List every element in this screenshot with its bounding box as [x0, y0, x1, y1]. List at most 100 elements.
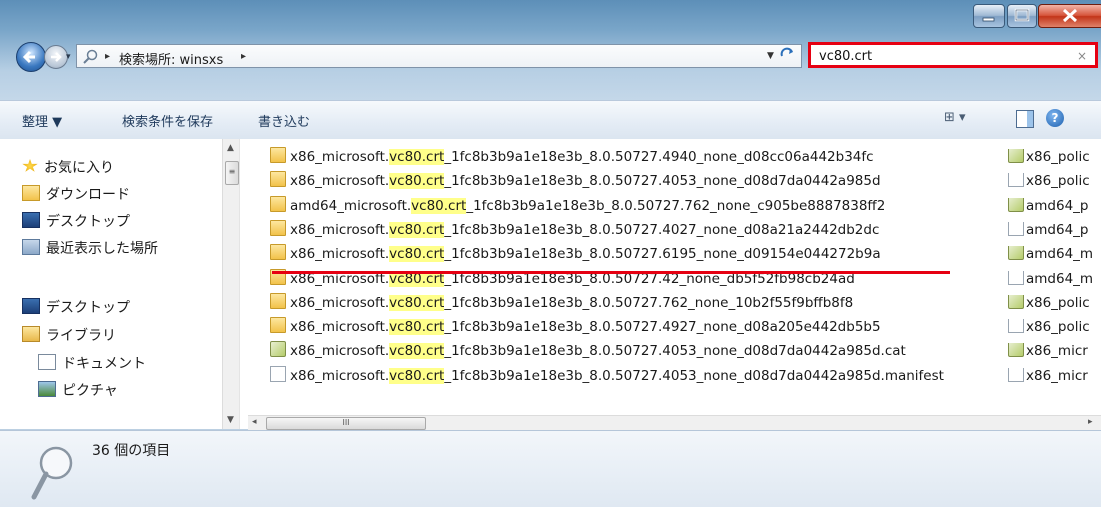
file-name: x86_polic	[1026, 319, 1090, 336]
search-match-highlight: vc80.crt	[411, 197, 467, 214]
file-name-part: _1fc8b3b9a1e18e3b_8.0.50727.4053_none_d0…	[444, 173, 881, 190]
scroll-down-arrow[interactable]: ▼	[227, 415, 234, 425]
search-match-highlight: vc80.crt	[389, 246, 445, 263]
sidebar-item[interactable]: ピクチャ	[38, 380, 118, 402]
file-name-part: x86_microsoft.	[290, 173, 390, 190]
search-magnifier-icon	[31, 446, 73, 500]
help-icon[interactable]: ?	[1046, 109, 1064, 127]
navigation-pane-scrollbar[interactable]: ▲ ≡ ▼	[222, 139, 240, 429]
sidebar-item[interactable]: デスクトップ	[22, 211, 130, 233]
scroll-thumb[interactable]: III	[266, 417, 426, 430]
save-search-button[interactable]: 検索条件を保存	[122, 111, 213, 130]
breadcrumb-separator[interactable]: ▸	[241, 51, 246, 62]
file-name-part: _1fc8b3b9a1e18e3b_8.0.50727.762_none_10b…	[444, 294, 854, 311]
file-name-part: _1fc8b3b9a1e18e3b_8.0.50727.4940_none_d0…	[444, 149, 874, 165]
search-match-highlight: vc80.crt	[389, 343, 445, 360]
sidebar-item-label: ピクチャ	[62, 383, 118, 399]
search-match-highlight: vc80.crt	[389, 173, 445, 190]
refresh-button[interactable]	[780, 47, 796, 65]
file-row[interactable]: x86_microsoft.vc80.crt_1fc8b3b9a1e18e3b_…	[270, 147, 874, 171]
library-icon	[22, 326, 40, 342]
sidebar-item-label: デスクトップ	[46, 214, 130, 230]
horizontal-scrollbar[interactable]: ◂ III ▸	[248, 415, 1101, 430]
pane-divider[interactable]	[239, 139, 248, 429]
scroll-up-arrow[interactable]: ▲	[227, 143, 234, 153]
desktop-icon	[22, 212, 40, 228]
file-name: amd64_p	[1026, 197, 1089, 214]
file-row[interactable]: x86_micr	[1008, 367, 1101, 390]
manifest-file-icon	[1008, 367, 1024, 382]
search-field[interactable]: vc80.crt ×	[808, 42, 1098, 68]
file-row[interactable]: x86_microsoft.vc80.crt_1fc8b3b9a1e18e3b_…	[270, 317, 881, 341]
file-row[interactable]: x86_microsoft.vc80.crt_1fc8b3b9a1e18e3b_…	[270, 292, 854, 317]
maximize-button[interactable]	[1007, 4, 1037, 28]
file-row[interactable]: x86_polic	[1008, 294, 1101, 317]
file-row[interactable]: amd64_p	[1008, 221, 1101, 244]
minimize-icon	[982, 17, 995, 22]
manifest-file-icon	[1008, 270, 1024, 285]
desktop-icon	[22, 298, 40, 314]
file-row[interactable]: amd64_m	[1008, 270, 1101, 293]
breadcrumb-search-location[interactable]: 検索場所: winsxs	[119, 49, 223, 68]
breadcrumb-separator[interactable]: ▸	[105, 51, 110, 62]
catalog-file-icon	[1008, 197, 1024, 212]
manifest-file-icon	[1008, 319, 1024, 334]
file-row[interactable]: x86_microsoft.vc80.crt_1fc8b3b9a1e18e3b_…	[270, 244, 881, 268]
file-name-part: x86_microsoft.	[290, 294, 390, 311]
folder-icon	[270, 147, 286, 163]
sidebar-item-label: ライブラリ	[46, 328, 116, 344]
file-row[interactable]: x86_microsoft.vc80.crt_1fc8b3b9a1e18e3b_…	[270, 341, 906, 365]
navigation-pane: お気に入り ダウンロード デスクトップ 最近表示した場所 デスクトップ ライブラリ ドキュメ…	[0, 139, 248, 429]
address-bar[interactable]: ▸ 検索場所: winsxs ▸ ▼	[76, 44, 802, 68]
file-row[interactable]: amd64_m	[1008, 246, 1101, 268]
close-button[interactable]	[1038, 4, 1101, 28]
clear-search-icon[interactable]: ×	[1077, 49, 1087, 63]
scroll-thumb[interactable]: ≡	[225, 161, 239, 185]
file-name-part: x86_microsoft.	[290, 319, 390, 336]
sidebar-item[interactable]: ドキュメント	[38, 353, 146, 375]
file-name-part: x86_microsoft.	[290, 221, 390, 238]
forward-arrow-icon	[51, 52, 62, 62]
recent-pages-dropdown[interactable]: ▾	[66, 52, 71, 62]
catalog-file-icon	[1008, 343, 1024, 358]
file-row[interactable]: x86_polic	[1008, 173, 1101, 195]
file-row[interactable]: x86_microsoft.vc80.crt_1fc8b3b9a1e18e3b_…	[270, 171, 881, 195]
sidebar-item-label: デスクトップ	[46, 300, 130, 316]
sidebar-item[interactable]: ダウンロード	[22, 184, 130, 206]
file-row[interactable]: amd64_microsoft.vc80.crt_1fc8b3b9a1e18e3…	[270, 195, 885, 220]
address-dropdown-arrow[interactable]: ▼	[767, 51, 774, 61]
file-row[interactable]: x86_polic	[1008, 319, 1101, 341]
file-row[interactable]: x86_polic	[1008, 149, 1101, 171]
forward-button[interactable]	[44, 45, 68, 69]
folder-icon	[270, 244, 286, 261]
preview-pane-icon[interactable]	[1016, 110, 1034, 128]
scroll-left-arrow[interactable]: ◂	[252, 417, 257, 427]
organize-menu[interactable]: 整理 ▼	[22, 111, 62, 130]
file-name-part: x86_microsoft.	[290, 343, 390, 360]
file-name: amd64_m	[1026, 246, 1094, 263]
file-name: x86_polic	[1026, 294, 1090, 311]
details-pane: 36 個の項目	[0, 430, 1101, 507]
file-name-part: _1fc8b3b9a1e18e3b_8.0.50727.6195_none_d0…	[444, 246, 881, 263]
file-name-part: x86_microsoft.	[290, 149, 390, 165]
sidebar-item[interactable]: ライブラリ	[22, 325, 116, 347]
folder-icon	[270, 219, 286, 236]
sidebar-item[interactable]: お気に入り	[22, 157, 114, 179]
sidebar-item[interactable]: デスクトップ	[22, 297, 130, 319]
item-count: 36 個の項目	[92, 443, 171, 459]
back-button[interactable]	[16, 42, 46, 72]
documents-icon	[38, 354, 56, 370]
search-match-highlight: vc80.crt	[389, 221, 445, 238]
file-row[interactable]: x86_micr	[1008, 343, 1101, 365]
file-row[interactable]: x86_microsoft.vc80.crt_1fc8b3b9a1e18e3b_…	[270, 365, 944, 390]
search-input[interactable]: vc80.crt	[819, 49, 872, 64]
file-row[interactable]: x86_microsoft.vc80.crt_1fc8b3b9a1e18e3b_…	[270, 219, 879, 244]
sidebar-item[interactable]: 最近表示した場所	[22, 238, 158, 260]
minimize-button[interactable]	[973, 4, 1005, 28]
burn-button[interactable]: 書き込む	[258, 111, 310, 130]
file-name: x86_micr	[1026, 343, 1088, 360]
file-row[interactable]: amd64_p	[1008, 197, 1101, 220]
views-menu[interactable]: ⊞ ▾	[944, 110, 966, 125]
search-match-highlight: vc80.crt	[389, 367, 445, 384]
scroll-right-arrow[interactable]: ▸	[1088, 417, 1093, 427]
